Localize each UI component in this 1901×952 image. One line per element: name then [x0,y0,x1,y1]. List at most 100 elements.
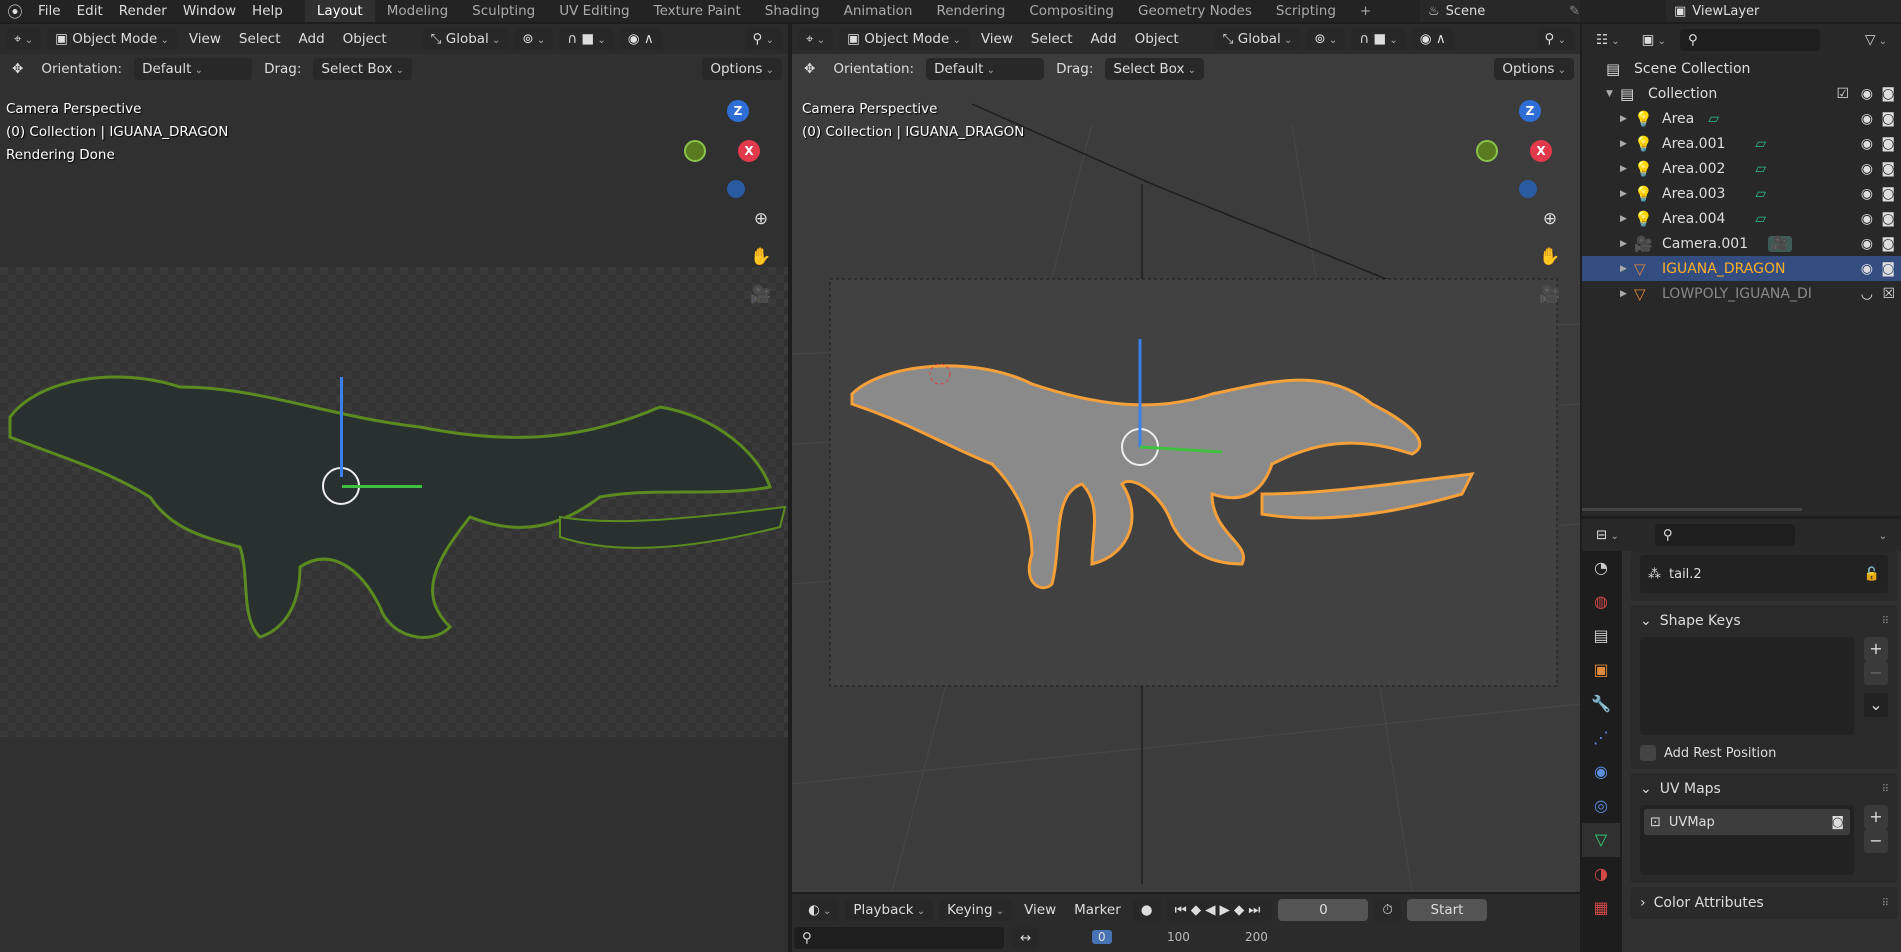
eye-icon[interactable]: ◉ [1861,111,1873,127]
menu-playback[interactable]: Playback [845,899,934,921]
add-workspace-button[interactable]: + [1348,0,1383,22]
playback-controls[interactable]: ⏮◆◀▶◆⏭ [1166,899,1273,921]
render-disabled-icon[interactable]: ☒ [1882,286,1895,302]
drag-handle-icon[interactable]: ⠿ [1882,898,1889,909]
shape-key-specials-button[interactable]: ⌄ [1864,693,1888,717]
zoom-icon[interactable]: ⊕ [748,206,774,232]
render-camera-icon[interactable]: ◙ [1831,815,1844,830]
light-data-icon[interactable]: ▱ [1755,186,1766,202]
zoom-icon[interactable]: ⊕ [1537,206,1563,232]
light-data-icon[interactable]: ▱ [1708,111,1719,127]
pin-icon[interactable]: ✎ [1569,4,1580,19]
expand-arrow-icon[interactable]: ▶ [1620,139,1634,149]
visibility-dropdown[interactable]: ⚲ [744,28,782,50]
outliner-item[interactable]: ▶ 💡 Area ▱ ◉ ◙ [1620,106,1901,131]
tab-uv-editing[interactable]: UV Editing [547,0,641,22]
expand-arrow-icon[interactable]: ▶ [1620,289,1634,299]
camera-view-icon[interactable]: 🎥 [748,282,774,308]
render-camera-icon[interactable]: ◙ [1881,261,1895,277]
scene-collection-row[interactable]: ▤ Scene Collection [1606,56,1901,81]
world-tab-icon[interactable]: ◍ [1582,585,1620,619]
camera-data-icon[interactable]: 🎥 [1768,235,1792,252]
display-mode-dropdown[interactable]: ☷ [1588,29,1628,51]
gizmo-x[interactable]: X [1530,140,1552,162]
menu-view[interactable]: View [183,28,227,50]
eye-icon[interactable]: ◉ [1861,261,1873,277]
timeline-search-input[interactable]: ⚲ [794,927,1004,949]
camera-view-icon[interactable]: 🎥 [1537,282,1563,308]
outliner-item[interactable]: ▶ 🎥 Camera.001 🎥 ◉ ◙ [1620,231,1901,256]
stopwatch-icon[interactable]: ⏱ [1374,899,1401,921]
pivot-dropdown[interactable]: ⊚ [514,28,554,50]
render-camera-icon[interactable]: ◙ [1881,111,1895,127]
menu-edit[interactable]: Edit [69,3,111,19]
gizmo-x[interactable]: X [738,140,760,162]
current-frame-field[interactable]: 0 [1278,899,1369,921]
physics-tab-icon[interactable]: ◉ [1582,755,1620,789]
menu-help[interactable]: Help [244,3,291,19]
vertex-group-item[interactable]: ⁂ tail.2 🔓 [1640,555,1888,593]
tab-sculpting[interactable]: Sculpting [460,0,547,22]
object-tab-icon[interactable]: ▣ [1582,653,1620,687]
menu-file[interactable]: File [30,3,69,19]
outliner-item[interactable]: ▶ 💡 Area.002 ▱ ◉ ◙ [1620,156,1901,181]
material-tab-icon[interactable]: ◑ [1582,857,1620,891]
eye-icon[interactable]: ◉ [1861,186,1873,202]
pan-hand-icon[interactable]: ✋ [748,244,774,270]
render-camera-icon[interactable]: ◙ [1881,136,1895,152]
add-uv-map-button[interactable]: + [1864,805,1888,829]
shape-keys-list[interactable] [1640,637,1854,735]
render-camera-icon[interactable]: ◙ [1881,161,1895,177]
navigation-gizmo[interactable]: Z X [1472,100,1552,200]
tab-texture-paint[interactable]: Texture Paint [642,0,753,22]
exclude-checkbox[interactable]: ☑ [1836,86,1849,102]
expand-arrow-icon[interactable]: ▶ [1620,264,1634,274]
gizmo-y-neg[interactable] [684,140,706,162]
x-arrow[interactable] [342,485,422,488]
uv-map-item[interactable]: ⊡ UVMap ◙ [1644,809,1850,835]
expand-arrow-icon[interactable]: ▶ [1620,239,1634,249]
tab-scripting[interactable]: Scripting [1264,0,1348,22]
constraints-tab-icon[interactable]: ◎ [1582,789,1620,823]
remove-shape-key-button[interactable]: − [1864,661,1888,685]
tab-modeling[interactable]: Modeling [375,0,460,22]
scene-name[interactable]: Scene [1446,4,1486,19]
tab-animation[interactable]: Animation [832,0,925,22]
light-data-icon[interactable]: ▱ [1755,161,1766,177]
add-shape-key-button[interactable]: + [1864,637,1888,661]
expand-arrow-icon[interactable]: ▼ [1606,89,1620,99]
tab-rendering[interactable]: Rendering [924,0,1017,22]
view-layer-icon[interactable]: ▣ [1674,4,1686,19]
expand-arrow-icon[interactable]: ▶ [1620,189,1634,199]
render-camera-icon[interactable]: ◙ [1881,236,1895,252]
uv-maps-header[interactable]: ⌄ UV Maps ⠿ [1630,773,1898,805]
eye-icon[interactable]: ◉ [1861,86,1873,102]
properties-search-input[interactable]: ⚲ [1654,524,1795,546]
view-layer-name[interactable]: ViewLayer [1692,4,1759,19]
menu-view[interactable]: View [1018,899,1062,921]
options-dropdown[interactable]: Options [702,58,782,80]
drag-handle-icon[interactable]: ⠿ [1882,784,1889,795]
outliner-item[interactable]: ▶ ▽ LOWPOLY_IGUANA_DI ◡ ☒ [1620,281,1901,306]
frame-tick-current[interactable]: 0 [1092,930,1112,944]
pan-hand-icon[interactable]: ✋ [1537,244,1563,270]
editor-type-button[interactable]: ◐ [800,899,840,921]
scene-icon[interactable]: ♨ [1428,4,1440,19]
menu-select[interactable]: Select [233,28,287,50]
outliner-scrollbar[interactable] [1582,508,1802,511]
light-data-icon[interactable]: ▱ [1755,211,1766,227]
outliner-item[interactable]: ▶ 💡 Area.004 ▱ ◉ ◙ [1620,206,1901,231]
tab-layout[interactable]: Layout [304,0,375,22]
menu-keying[interactable]: Keying [939,899,1013,921]
options-dropdown[interactable] [1870,524,1895,546]
eye-icon[interactable]: ◉ [1861,161,1873,177]
view-layer-dropdown[interactable]: ▣ [1633,29,1674,51]
editor-type-button[interactable]: ⊟ [1588,524,1627,546]
auto-keying-toggle[interactable]: ● [1132,899,1161,921]
orientation-dropdown[interactable]: Default [134,58,253,80]
render-camera-icon[interactable]: ◙ [1881,186,1895,202]
lock-icon[interactable]: 🔓 [1864,567,1880,582]
gizmo-z-neg[interactable] [727,180,745,198]
collection-row[interactable]: ▼ ▤ Collection ☑ ◉ ◙ [1606,81,1901,106]
drag-dropdown[interactable]: Select Box [313,58,413,80]
